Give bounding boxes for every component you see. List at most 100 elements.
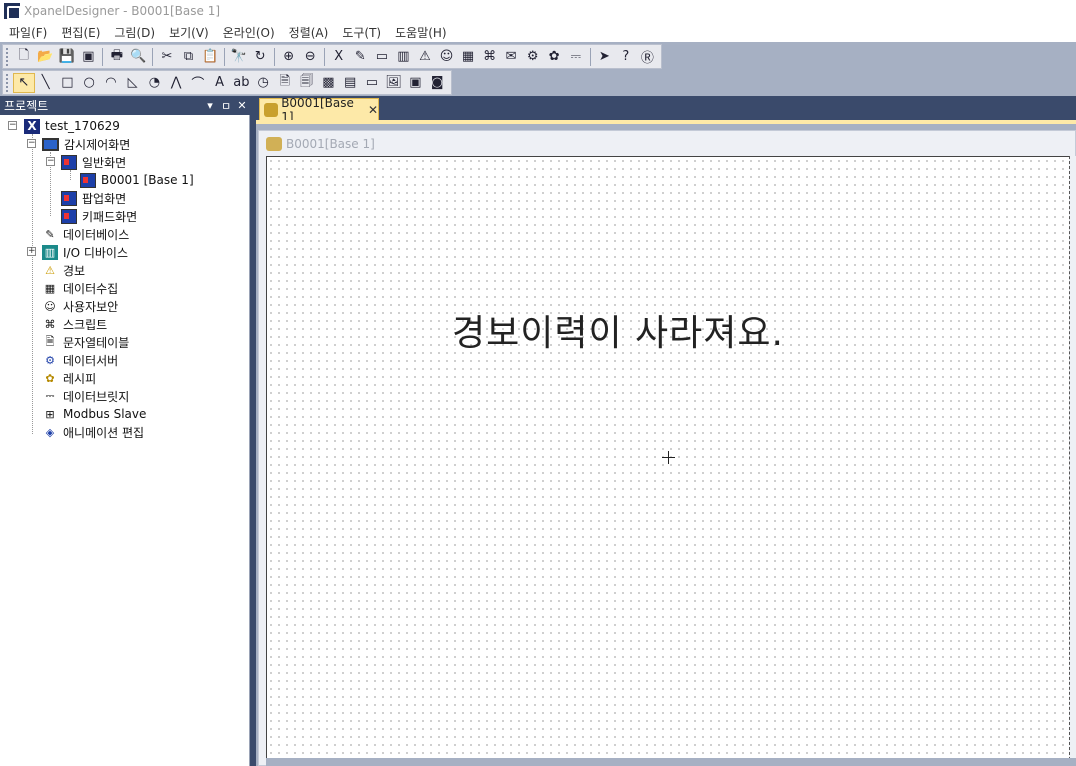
arc-button[interactable]: ◠ xyxy=(100,73,122,93)
label-button[interactable]: ab xyxy=(231,73,253,93)
recipe-button[interactable]: ✿ xyxy=(543,47,565,67)
freeform-button[interactable]: ⌒ xyxy=(187,73,209,93)
menu-tools[interactable]: 도구(T) xyxy=(335,24,388,41)
tree-item-modbus-slave[interactable]: ⊞ Modbus Slave xyxy=(42,405,146,423)
tree-item-string-table[interactable]: 🗎 문자열테이블 xyxy=(42,333,130,351)
tree-item-alarm[interactable]: ⚠ 경보 xyxy=(42,261,85,279)
run-button[interactable]: ➤ xyxy=(594,47,616,67)
data-bridge-button[interactable]: ⎓ xyxy=(565,47,587,67)
find-icon: 🔭 xyxy=(230,49,247,64)
menu-view[interactable]: 보기(V) xyxy=(162,24,216,41)
animation-icon: ◈ xyxy=(45,425,55,439)
tab-b0001[interactable]: B0001[Base 1] ✕ xyxy=(259,96,379,124)
open-folder-button[interactable]: 📂 xyxy=(35,47,57,67)
table-button[interactable]: ▤ xyxy=(339,73,361,93)
polyline-button[interactable]: ⋀ xyxy=(165,73,187,93)
chart-button[interactable]: ▩ xyxy=(318,73,340,93)
expand-toggle[interactable]: + xyxy=(27,247,36,256)
toolbar-grip[interactable] xyxy=(6,47,10,66)
image-button[interactable]: 🖼 xyxy=(383,73,405,93)
toolbar-separator xyxy=(324,47,325,66)
tree-item-data-server[interactable]: ⚙ 데이터서버 xyxy=(42,351,118,369)
menu-edit[interactable]: 편집(E) xyxy=(54,24,107,41)
tree-item-b0001[interactable]: B0001 [Base 1] xyxy=(80,171,194,189)
project-icon: X xyxy=(334,49,344,64)
canvas-edge xyxy=(1069,156,1076,760)
copy-button[interactable]: ⧉ xyxy=(178,47,200,67)
collapse-toggle[interactable]: − xyxy=(8,121,17,130)
script-button[interactable]: ⌘ xyxy=(479,47,501,67)
menu-file[interactable]: 파일(F) xyxy=(2,24,54,41)
tree-item-keypad-screens[interactable]: 키패드화면 xyxy=(61,207,137,225)
panel-pin-button[interactable]: ㅁ xyxy=(218,98,234,114)
tree-item-animation-edit[interactable]: ◈ 애니메이션 편집 xyxy=(42,423,144,441)
canvas-text-object[interactable]: 경보이력이 사라져요. xyxy=(452,304,784,356)
image-icon: 🖼 xyxy=(385,75,402,90)
menu-align[interactable]: 정렬(A) xyxy=(282,24,336,41)
picture-button[interactable]: ▣ xyxy=(405,73,427,93)
print-button[interactable]: 🖶 xyxy=(106,47,128,67)
tree-item-monitor-screens[interactable]: 감시제어화면 xyxy=(42,135,130,153)
bar-button[interactable]: ▭ xyxy=(361,73,383,93)
zoom-in-button[interactable]: ⊕ xyxy=(278,47,300,67)
select-arrow-button[interactable]: ↖ xyxy=(12,72,35,93)
help-button[interactable]: ? xyxy=(615,47,637,67)
tree-line xyxy=(70,170,71,180)
freeform-icon: ⌒ xyxy=(191,77,205,92)
tree-root[interactable]: X test_170629 xyxy=(24,117,120,135)
cut-button[interactable]: ✂ xyxy=(156,47,178,67)
tree-item-data-collection[interactable]: ▦ 데이터수집 xyxy=(42,279,118,297)
document-button[interactable]: 🗎 xyxy=(274,73,296,93)
data-server-button[interactable]: ⚙ xyxy=(522,47,544,67)
multi-document-button[interactable]: 🗐 xyxy=(296,73,318,93)
project-button[interactable]: X xyxy=(328,47,350,67)
print-preview-button[interactable]: 🔍 xyxy=(128,47,150,67)
tree-item-popup-screens[interactable]: 팝업화면 xyxy=(61,189,126,207)
rectangle-button[interactable]: □ xyxy=(57,73,79,93)
data-collection-button[interactable]: ▦ xyxy=(457,47,479,67)
tree-item-database[interactable]: ✎ 데이터베이스 xyxy=(42,225,129,243)
new-file-button[interactable]: 🗋 xyxy=(13,47,35,67)
tree-item-normal-screens[interactable]: 일반화면 xyxy=(61,153,126,171)
save-all-button[interactable]: ▣ xyxy=(78,47,100,67)
alarm-button[interactable]: ⚠ xyxy=(414,47,436,67)
clock-button[interactable]: ◷ xyxy=(252,73,274,93)
tab-close-button[interactable]: ✕ xyxy=(368,103,378,117)
data-server-icon: ⚙ xyxy=(526,49,539,64)
screen-editor-caption: B0001[Base 1] xyxy=(266,134,375,154)
pie-button[interactable]: ◔ xyxy=(144,73,166,93)
new-file-icon: 🗋 xyxy=(18,47,29,63)
save-button[interactable]: 💾 xyxy=(56,47,78,67)
paste-button[interactable]: 📋 xyxy=(199,47,221,67)
panel-close-button[interactable]: ✕ xyxy=(234,99,250,112)
line-button[interactable]: ╲ xyxy=(35,73,57,93)
zoom-out-icon: ⊖ xyxy=(304,49,316,64)
video-button[interactable]: ◙ xyxy=(426,73,448,93)
toolbar-separator xyxy=(152,47,154,66)
string-table-button[interactable]: ✉ xyxy=(500,47,522,67)
tree-item-recipe[interactable]: ✿ 레시피 xyxy=(42,369,96,387)
menu-online[interactable]: 온라인(O) xyxy=(216,24,282,41)
tree-item-data-bridge[interactable]: ⎓ 데이터브릿지 xyxy=(42,387,130,405)
user-security-button[interactable]: ☺ xyxy=(436,47,458,67)
tree-item-user-security[interactable]: ☺ 사용자보안 xyxy=(42,297,118,315)
panel-dropdown-button[interactable]: ▾ xyxy=(202,99,218,112)
collapse-toggle[interactable]: − xyxy=(27,139,36,148)
find-button[interactable]: 🔭 xyxy=(228,47,250,67)
string-table-icon: 🗎 xyxy=(45,334,55,348)
toolbar-grip[interactable] xyxy=(6,73,10,92)
menu-draw[interactable]: 그림(D) xyxy=(107,24,162,41)
polygon-button[interactable]: ◺ xyxy=(122,73,144,93)
screen-button[interactable]: ▭ xyxy=(371,47,393,67)
tree-item-script[interactable]: ⌘ 스크립트 xyxy=(42,315,108,333)
replace-button[interactable]: ↻ xyxy=(249,47,271,67)
collapse-toggle[interactable]: − xyxy=(46,157,55,166)
io-device-button[interactable]: ▥ xyxy=(393,47,415,67)
menu-help[interactable]: 도움말(H) xyxy=(388,24,454,41)
database-button[interactable]: ✎ xyxy=(350,47,372,67)
ellipse-button[interactable]: ○ xyxy=(78,73,100,93)
zoom-out-button[interactable]: ⊖ xyxy=(299,47,321,67)
tree-item-io-devices[interactable]: ▥ I/O 디바이스 xyxy=(42,243,128,261)
text-button[interactable]: A xyxy=(209,73,231,93)
about-button[interactable]: Ⓡ xyxy=(637,47,659,67)
